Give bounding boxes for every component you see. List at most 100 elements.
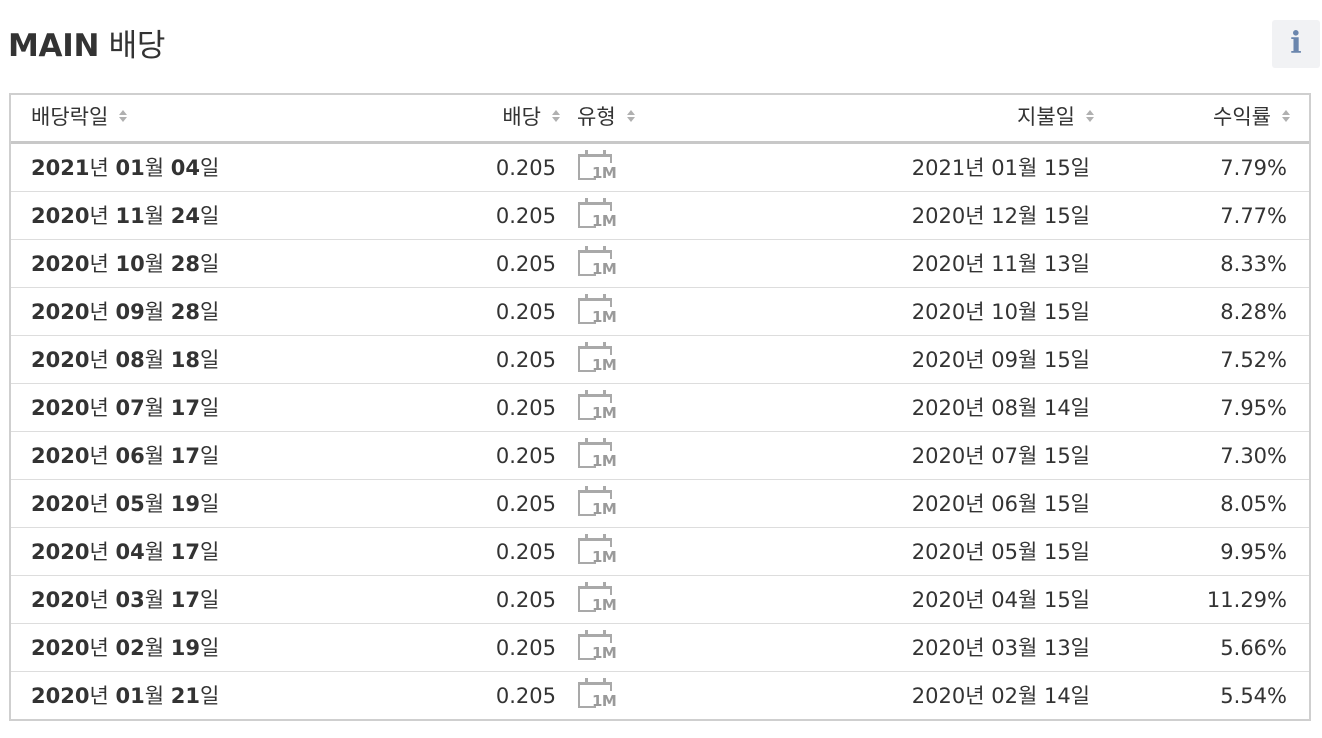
day-unit: 일 — [199, 540, 220, 564]
table-row: 2020년 08월 18일 0.205 1M 2020년 09월 15일 7.52% — [11, 336, 1309, 384]
yield-cell: 11.29% — [1206, 588, 1287, 612]
month-unit: 월 — [144, 492, 165, 516]
pay-date-cell: 2020년 10월 15일 — [911, 300, 1090, 324]
ex-date-cell: 2020년 04월 17일 — [31, 537, 219, 567]
ex-date-month: 01 — [115, 684, 145, 708]
ex-date-cell: 2020년 06월 17일 — [31, 441, 219, 471]
day-unit: 일 — [199, 444, 220, 468]
type-cell: 1M — [577, 390, 621, 424]
sort-arrows-icon — [551, 109, 561, 123]
type-cell: 1M — [577, 582, 621, 616]
ex-date-day: 19 — [170, 636, 200, 660]
amount-cell: 0.205 — [495, 588, 556, 612]
month-unit: 월 — [144, 444, 165, 468]
ex-date-year: 2020 — [31, 444, 90, 468]
type-label: 1M — [592, 548, 617, 566]
type-cell: 1M — [577, 630, 621, 664]
ex-date-day: 19 — [170, 492, 200, 516]
page-title: MAIN 배당 — [8, 20, 165, 65]
column-header-type[interactable]: 유형 — [577, 102, 636, 132]
table-header: 배당락일 배당 유형 지불일 수익률 — [11, 95, 1309, 144]
year-unit: 년 — [89, 204, 109, 228]
ex-date-year: 2020 — [31, 396, 90, 420]
type-label: 1M — [592, 596, 617, 614]
pay-date-cell: 2020년 05월 15일 — [911, 540, 1090, 564]
year-unit: 년 — [89, 540, 109, 564]
year-unit: 년 — [89, 636, 109, 660]
calendar-monthly-icon: 1M — [577, 438, 621, 472]
ex-date-year: 2020 — [31, 636, 90, 660]
ex-date-year: 2020 — [31, 684, 90, 708]
amount-cell: 0.205 — [495, 204, 556, 228]
table-row: 2020년 01월 21일 0.205 1M 2020년 02월 14일 5.54% — [11, 672, 1309, 720]
ex-date-year: 2021 — [31, 156, 90, 180]
table-row: 2020년 06월 17일 0.205 1M 2020년 07월 15일 7.30% — [11, 432, 1309, 480]
calendar-monthly-icon: 1M — [577, 198, 621, 232]
info-button[interactable]: i — [1272, 20, 1320, 68]
ex-date-month: 06 — [115, 444, 145, 468]
ex-date-month: 09 — [115, 300, 145, 324]
ex-date-month: 01 — [115, 156, 145, 180]
section-header: MAIN 배당 i — [8, 18, 1320, 68]
ex-date-day: 21 — [170, 684, 200, 708]
yield-cell: 7.79% — [1220, 156, 1287, 180]
column-header-yield[interactable]: 수익률 — [1213, 102, 1291, 132]
type-label: 1M — [592, 452, 617, 470]
ex-date-cell: 2020년 10월 28일 — [31, 249, 219, 279]
ex-date-cell: 2020년 09월 28일 — [31, 297, 219, 327]
year-unit: 년 — [89, 252, 109, 276]
yield-cell: 7.52% — [1220, 348, 1287, 372]
ex-date-month: 08 — [115, 348, 145, 372]
column-header-label: 배당락일 — [31, 105, 109, 129]
yield-cell: 8.05% — [1220, 492, 1287, 516]
pay-date-cell: 2020년 02월 14일 — [911, 684, 1090, 708]
day-unit: 일 — [199, 588, 220, 612]
year-unit: 년 — [89, 684, 109, 708]
calendar-monthly-icon: 1M — [577, 390, 621, 424]
type-label: 1M — [592, 404, 617, 422]
ex-date-month: 03 — [115, 588, 145, 612]
month-unit: 월 — [144, 348, 165, 372]
ex-date-day: 28 — [170, 252, 200, 276]
table-row: 2020년 05월 19일 0.205 1M 2020년 06월 15일 8.05% — [11, 480, 1309, 528]
ex-date-day: 04 — [170, 156, 200, 180]
ex-date-day: 18 — [170, 348, 200, 372]
ex-date-day: 17 — [170, 540, 200, 564]
ex-date-month: 05 — [115, 492, 145, 516]
table-body: 2021년 01월 04일 0.205 1M 2021년 01월 15일 7.79% 20… — [11, 144, 1309, 720]
yield-cell: 9.95% — [1220, 540, 1287, 564]
column-header-ex-date[interactable]: 배당락일 — [31, 102, 128, 132]
day-unit: 일 — [199, 636, 220, 660]
ex-date-cell: 2020년 02월 19일 — [31, 633, 219, 663]
type-label: 1M — [592, 692, 617, 710]
ex-date-cell: 2020년 08월 18일 — [31, 345, 219, 375]
column-header-label: 배당 — [502, 105, 541, 129]
calendar-monthly-icon: 1M — [577, 582, 621, 616]
ex-date-cell: 2020년 11월 24일 — [31, 201, 219, 231]
pay-date-cell: 2020년 11월 13일 — [911, 252, 1090, 276]
amount-cell: 0.205 — [495, 348, 556, 372]
ex-date-month: 02 — [115, 636, 145, 660]
day-unit: 일 — [199, 396, 220, 420]
month-unit: 월 — [144, 588, 165, 612]
ex-date-year: 2020 — [31, 204, 90, 228]
ex-date-year: 2020 — [31, 588, 90, 612]
type-cell: 1M — [577, 246, 621, 280]
ex-date-cell: 2020년 03월 17일 — [31, 585, 219, 615]
pay-date-cell: 2020년 12월 15일 — [911, 204, 1090, 228]
sort-arrows-icon — [626, 109, 636, 123]
type-label: 1M — [592, 212, 617, 230]
yield-cell: 7.77% — [1220, 204, 1287, 228]
amount-cell: 0.205 — [495, 252, 556, 276]
page-title-label: 배당 — [99, 28, 166, 64]
type-label: 1M — [592, 260, 617, 278]
column-header-amount[interactable]: 배당 — [502, 102, 561, 132]
ex-date-day: 28 — [170, 300, 200, 324]
ex-date-cell: 2020년 01월 21일 — [31, 681, 219, 711]
info-icon: i — [1290, 26, 1302, 61]
amount-cell: 0.205 — [495, 540, 556, 564]
table-row: 2020년 10월 28일 0.205 1M 2020년 11월 13일 8.33% — [11, 240, 1309, 288]
year-unit: 년 — [89, 492, 109, 516]
ex-date-day: 17 — [170, 444, 200, 468]
column-header-pay-date[interactable]: 지불일 — [1017, 102, 1095, 132]
